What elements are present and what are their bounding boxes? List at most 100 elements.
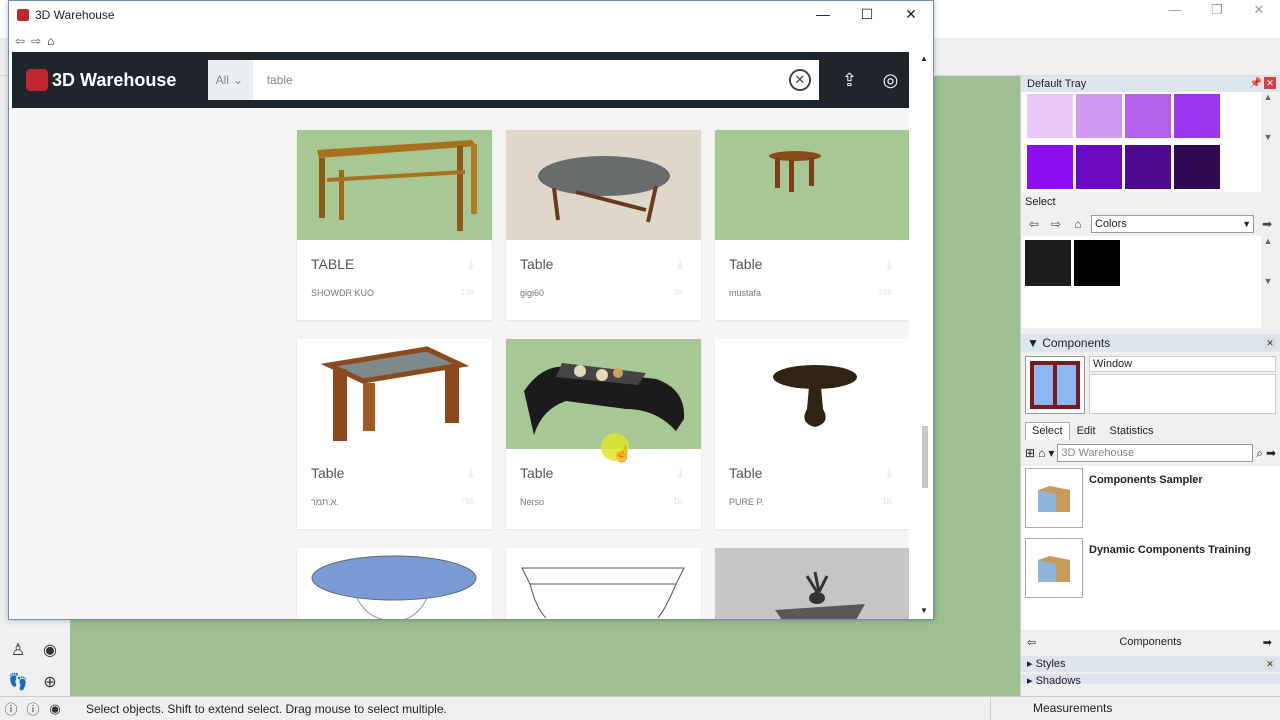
search-input[interactable]: table ✕ [252,60,819,100]
tab-edit[interactable]: Edit [1070,422,1103,440]
info-icon[interactable]: ⓘ [22,698,44,720]
chevron-down-icon[interactable]: ▾ [1048,446,1054,460]
brand-logo[interactable]: 3D Warehouse [26,69,202,91]
home-icon[interactable]: ⌂ [1038,446,1045,460]
measurements-box[interactable]: Measurements [990,697,1280,720]
user-account-icon[interactable]: ◎ [872,60,909,100]
forward-arrow-icon[interactable]: ⇨ [1047,215,1065,233]
app-minimize-icon[interactable]: — [1154,0,1196,20]
maximize-icon[interactable]: ☐ [845,1,889,27]
model-card[interactable]: Table ⤓ mustafa 298 [715,130,909,320]
pin-icon[interactable]: 📌 [1250,76,1262,92]
color-swatch[interactable] [1174,144,1220,189]
download-icon[interactable]: ⤓ [886,465,892,481]
components-header[interactable]: ▼ Components ✕ [1021,334,1280,352]
components-close-icon[interactable]: ✕ [1264,337,1276,349]
color-swatch[interactable] [1125,144,1171,189]
material-swatch[interactable] [1025,240,1071,286]
color-swatch[interactable] [1076,94,1122,138]
list-item-label: Dynamic Components Training [1089,544,1251,556]
warehouse-search-input[interactable]: 3D Warehouse [1057,444,1254,462]
scroll-up-icon[interactable]: ▲ [920,54,928,63]
materials-nav: ⇦ ⇨ ⌂ Colors ▼ ➡ [1021,212,1280,236]
material-swatch[interactable] [1074,240,1120,286]
model-thumbnail[interactable] [715,130,909,240]
user-icon[interactable]: ◉ [44,698,66,720]
model-card[interactable] [297,548,492,619]
select-label: Select [1025,196,1056,208]
collapse-triangle-icon: ▼ [1027,336,1043,350]
model-card[interactable]: TABLE ⤓ SHOWDR KUO 139 [297,130,492,320]
download-icon[interactable]: ⤓ [468,465,474,481]
tab-select[interactable]: Select [1025,422,1070,440]
back-icon[interactable]: ⇦ [15,34,25,48]
model-card[interactable]: Table ⤓ PURE P. 1K [715,339,909,529]
download-icon[interactable]: ⤓ [468,256,474,272]
filter-dropdown[interactable]: All ⌄ [207,60,253,100]
results-scrollbar[interactable]: ▲ ▼ [920,54,930,618]
walk-icon[interactable]: 👣 [6,670,30,694]
color-swatch[interactable] [1027,94,1073,138]
color-swatch[interactable] [1174,94,1220,138]
details-arrow-icon[interactable]: ➡ [1258,215,1276,233]
window-title: 3D Warehouse [35,8,115,22]
forward-icon[interactable]: ➡ [1263,636,1272,649]
scroll-down-icon[interactable]: ▼ [920,606,928,615]
upload-icon[interactable]: ⇪ [831,60,868,100]
section-plane-icon[interactable]: ⊕ [38,670,62,694]
model-thumbnail[interactable] [297,130,492,240]
forward-icon[interactable]: ⇨ [31,34,41,48]
browser-nav: ⇦ ⇨ ⌂ [9,29,933,53]
app-restore-icon[interactable]: ❐ [1196,0,1238,20]
back-arrow-icon[interactable]: ⇦ [1025,215,1043,233]
model-thumbnail[interactable] [297,339,492,449]
look-around-icon[interactable]: ◉ [38,638,62,662]
search-icon[interactable]: ⌕ [1256,446,1263,461]
close-icon[interactable]: ✕ [889,1,933,27]
model-thumbnail[interactable] [297,548,492,619]
details-arrow-icon[interactable]: ➡ [1266,446,1276,460]
clear-search-icon[interactable]: ✕ [788,69,811,91]
model-thumbnail[interactable] [715,548,909,619]
model-card[interactable] [715,548,909,619]
model-card[interactable]: Table ⤓ gigi60 2K [506,130,701,320]
model-thumbnail[interactable] [506,339,701,449]
scrollbar-thumb[interactable] [922,426,928,488]
geo-location-icon[interactable]: ⓘ [0,698,22,720]
model-thumbnail[interactable] [715,339,909,449]
download-icon[interactable]: ⤓ [677,465,683,481]
download-icon[interactable]: ⤓ [886,256,892,272]
styles-close-icon[interactable]: ✕ [1264,658,1276,670]
list-item[interactable]: Components Sampler [1025,468,1276,538]
position-camera-icon[interactable]: ♙ [6,638,30,662]
materials-combo[interactable]: Colors ▼ [1091,215,1254,233]
download-icon[interactable]: ⤓ [677,256,683,272]
color-swatches [1021,92,1261,192]
list-item[interactable]: Dynamic Components Training [1025,538,1276,608]
tray-close-icon[interactable]: ✕ [1264,77,1276,89]
color-swatch[interactable] [1027,144,1073,189]
minimize-icon[interactable]: — [801,1,845,27]
swatch-scrollbar[interactable]: ▲ ▼ [1262,92,1274,188]
model-thumbnail[interactable] [506,548,701,619]
model-thumbnail[interactable] [506,130,701,240]
color-swatch[interactable] [1125,94,1171,138]
home-icon[interactable]: ⌂ [1069,215,1087,233]
model-title: Table [311,465,345,481]
model-card[interactable]: Table ⤓ Nerso 1K [506,339,701,529]
color-swatch[interactable] [1076,144,1122,189]
model-card[interactable] [506,548,701,619]
tab-statistics[interactable]: Statistics [1103,422,1161,440]
home-icon[interactable]: ⌂ [47,34,54,48]
back-icon[interactable]: ⇦ [1027,636,1036,649]
model-card[interactable]: Table ⤓ א.תמר. 788 [297,339,492,529]
component-search-row: ⊞ ⌂ ▾ 3D Warehouse ⌕ ➡ [1021,440,1280,466]
styles-label: Styles [1035,658,1066,670]
view-options-icon[interactable]: ⊞ [1025,446,1035,460]
shadows-panel-header[interactable]: ▸ Shadows [1021,674,1280,684]
styles-panel-header[interactable]: ▸ Styles ✕ [1021,656,1280,672]
app-close-icon[interactable]: ✕ [1238,0,1280,20]
component-name-field[interactable]: Window [1089,356,1276,372]
component-description-field[interactable] [1089,374,1276,414]
material-scrollbar[interactable]: ▲ ▼ [1262,236,1274,328]
